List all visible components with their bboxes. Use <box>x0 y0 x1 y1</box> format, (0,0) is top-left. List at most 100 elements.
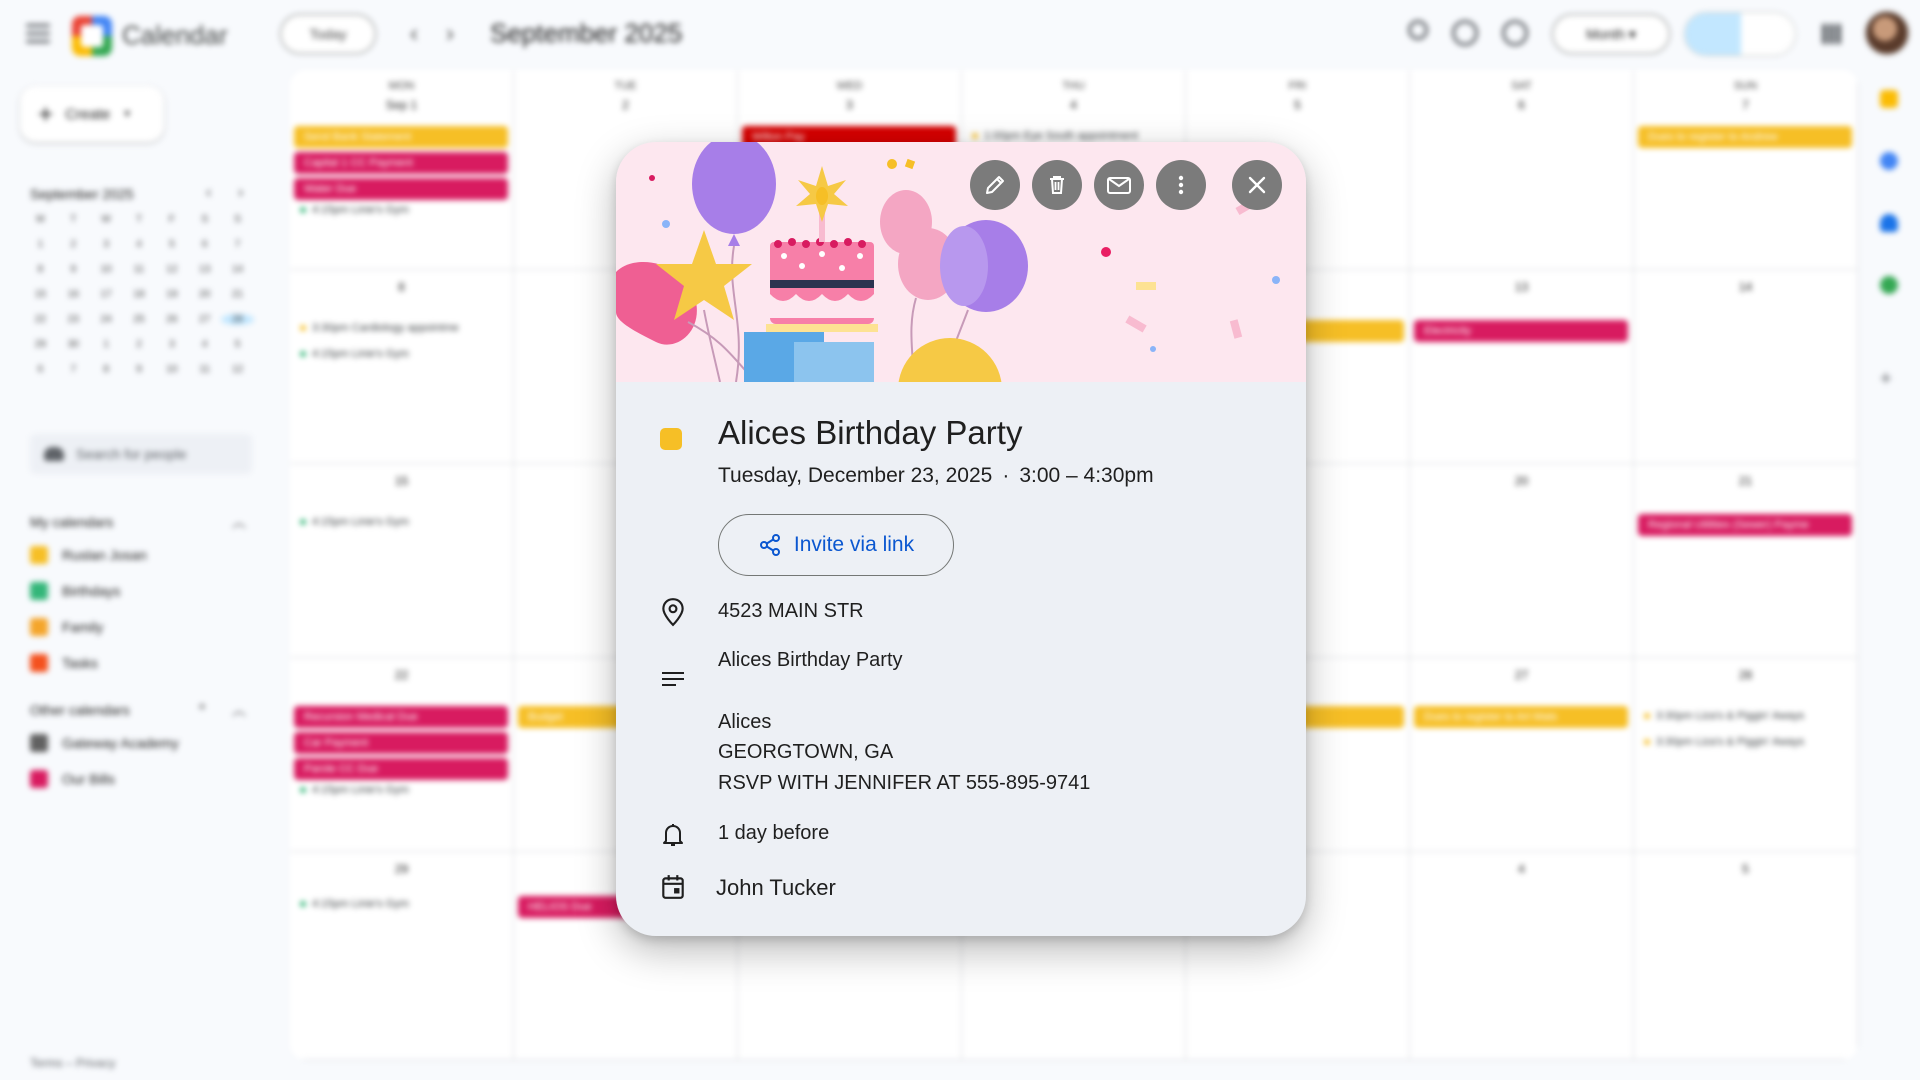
day-cell[interactable]: 29 <box>290 852 514 1060</box>
day-cell[interactable]: 13 <box>1410 270 1634 464</box>
event-chip[interactable]: 3:30pm Liza's & Piggin' Aways <box>1644 710 1804 722</box>
more-options-button[interactable] <box>1156 160 1206 210</box>
mini-day[interactable]: 18 <box>123 289 156 300</box>
other-calendars-title[interactable]: Other calendars <box>30 702 130 718</box>
search-icon[interactable] <box>1408 20 1428 40</box>
mini-day[interactable]: 11 <box>188 364 221 375</box>
day-cell[interactable]: 5 <box>1634 852 1858 1060</box>
mini-day[interactable]: 13 <box>188 264 221 275</box>
day-number[interactable]: 8 <box>290 280 513 294</box>
event-chip[interactable]: Dues to register to Andrew <box>1638 126 1852 148</box>
mini-day[interactable]: 1 <box>90 339 123 350</box>
close-card-button[interactable] <box>1232 160 1282 210</box>
invite-via-link-button[interactable]: Invite via link <box>718 514 954 576</box>
mini-day[interactable]: 1 <box>24 239 57 250</box>
checkbox-icon[interactable] <box>30 734 48 752</box>
calendar-list-item[interactable]: Ruslan Josan <box>30 546 147 564</box>
mini-day[interactable]: 12 <box>155 264 188 275</box>
chevron-up-icon[interactable]: ︿ <box>232 512 246 532</box>
my-calendars-title[interactable]: My calendars <box>30 514 113 530</box>
mini-day[interactable]: 3 <box>155 339 188 350</box>
event-chip[interactable]: 4:15pm Linie's Gym <box>300 204 409 216</box>
mini-day[interactable]: 2 <box>123 339 156 350</box>
event-chip[interactable]: Water Due <box>294 178 508 200</box>
mini-day[interactable]: 20 <box>188 289 221 300</box>
day-cell[interactable]: 14 <box>1634 270 1858 464</box>
checkbox-icon[interactable] <box>30 654 48 672</box>
day-cell[interactable]: 4 <box>1410 852 1634 1060</box>
edit-event-button[interactable] <box>970 160 1020 210</box>
day-number[interactable]: 13 <box>1410 280 1633 294</box>
calendar-tasks-toggle[interactable] <box>1684 12 1796 56</box>
help-icon[interactable] <box>1452 20 1478 46</box>
mini-day[interactable]: 26 <box>155 314 188 325</box>
mini-day[interactable]: 9 <box>57 264 90 275</box>
mini-day[interactable]: 17 <box>90 289 123 300</box>
mini-day[interactable]: 19 <box>155 289 188 300</box>
event-chip[interactable]: Regional Utilities (Sewer) Payme <box>1638 514 1852 536</box>
day-number[interactable]: 4 <box>962 98 1185 112</box>
event-chip[interactable]: 1:00pm Eye South appointment <box>972 130 1138 142</box>
event-chip[interactable]: Capital 1 CC Payment <box>294 152 508 174</box>
maps-icon[interactable] <box>1880 276 1898 294</box>
mini-day[interactable]: 30 <box>57 339 90 350</box>
next-month-icon[interactable]: › <box>446 20 454 48</box>
email-guests-button[interactable] <box>1094 160 1144 210</box>
day-number[interactable]: 27 <box>1410 668 1633 682</box>
day-cell[interactable]: 28 <box>1634 658 1858 852</box>
checkbox-icon[interactable] <box>30 582 48 600</box>
calendar-list-item[interactable]: Birthdays <box>30 582 120 600</box>
event-chip[interactable]: 4:15pm Linie's Gym <box>300 898 409 910</box>
prev-month-icon[interactable]: ‹ <box>410 20 418 48</box>
day-cell[interactable]: 27 <box>1410 658 1634 852</box>
mini-day[interactable]: 4 <box>188 339 221 350</box>
day-number[interactable]: 15 <box>290 474 513 488</box>
checkbox-icon[interactable] <box>30 618 48 636</box>
mini-day[interactable]: 8 <box>90 364 123 375</box>
day-number[interactable]: 5 <box>1634 862 1857 876</box>
calendar-list-item[interactable]: Tasks <box>30 654 98 672</box>
event-chip[interactable]: 4:15pm Linie's Gym <box>300 516 409 528</box>
mini-calendar-grid[interactable]: M T W T F S S 1 2 3 4 5 6 7 8 9 10 11 12 13 14 15 16 17 18 19 20 21… <box>24 214 254 375</box>
main-menu-icon[interactable] <box>26 24 50 44</box>
keep-icon[interactable] <box>1880 90 1898 108</box>
day-cell[interactable]: SAT 6 <box>1410 70 1634 270</box>
event-chip[interactable]: Send Bank Statement <box>294 126 508 148</box>
event-chip[interactable]: Car Payment <box>294 732 508 754</box>
mini-day[interactable]: 3 <box>90 239 123 250</box>
mini-day[interactable]: 7 <box>221 239 254 250</box>
today-button[interactable]: Today <box>280 14 376 54</box>
tasks-icon[interactable] <box>1880 152 1898 170</box>
mini-day[interactable]: 5 <box>155 239 188 250</box>
mini-day[interactable]: 10 <box>90 264 123 275</box>
calendar-list-item[interactable]: Family <box>30 618 103 636</box>
mini-day[interactable]: 25 <box>123 314 156 325</box>
mini-day[interactable]: 11 <box>123 264 156 275</box>
event-chip[interactable]: Electricity <box>1414 320 1628 342</box>
apps-grid-icon[interactable] <box>1822 24 1842 44</box>
mini-day[interactable]: 27 <box>188 314 221 325</box>
delete-event-button[interactable] <box>1032 160 1082 210</box>
add-calendar-icon[interactable]: + <box>198 698 206 714</box>
chevron-up-icon[interactable]: ︿ <box>232 700 246 720</box>
mini-day[interactable]: 16 <box>57 289 90 300</box>
mini-day[interactable]: 4 <box>123 239 156 250</box>
people-search-input[interactable]: Search for people <box>30 434 252 474</box>
mini-day[interactable]: 12 <box>221 364 254 375</box>
create-button[interactable]: + Create ▼ <box>20 86 164 142</box>
settings-icon[interactable] <box>1502 20 1528 46</box>
day-cell[interactable]: 20 <box>1410 464 1634 658</box>
mini-day[interactable]: 22 <box>24 314 57 325</box>
mini-day[interactable]: 24 <box>90 314 123 325</box>
day-number[interactable]: 2 <box>514 98 737 112</box>
day-number[interactable]: 20 <box>1410 474 1633 488</box>
mini-day[interactable]: 15 <box>24 289 57 300</box>
mini-next-icon[interactable]: › <box>238 184 243 202</box>
mini-day[interactable]: 14 <box>221 264 254 275</box>
day-cell[interactable]: SUN 7 <box>1634 70 1858 270</box>
day-number[interactable]: 7 <box>1634 98 1857 112</box>
calendar-list-item[interactable]: Gateway Academy <box>30 734 179 752</box>
day-cell[interactable]: 15 <box>290 464 514 658</box>
mini-day[interactable]: 23 <box>57 314 90 325</box>
day-number[interactable]: 5 <box>1186 98 1409 112</box>
